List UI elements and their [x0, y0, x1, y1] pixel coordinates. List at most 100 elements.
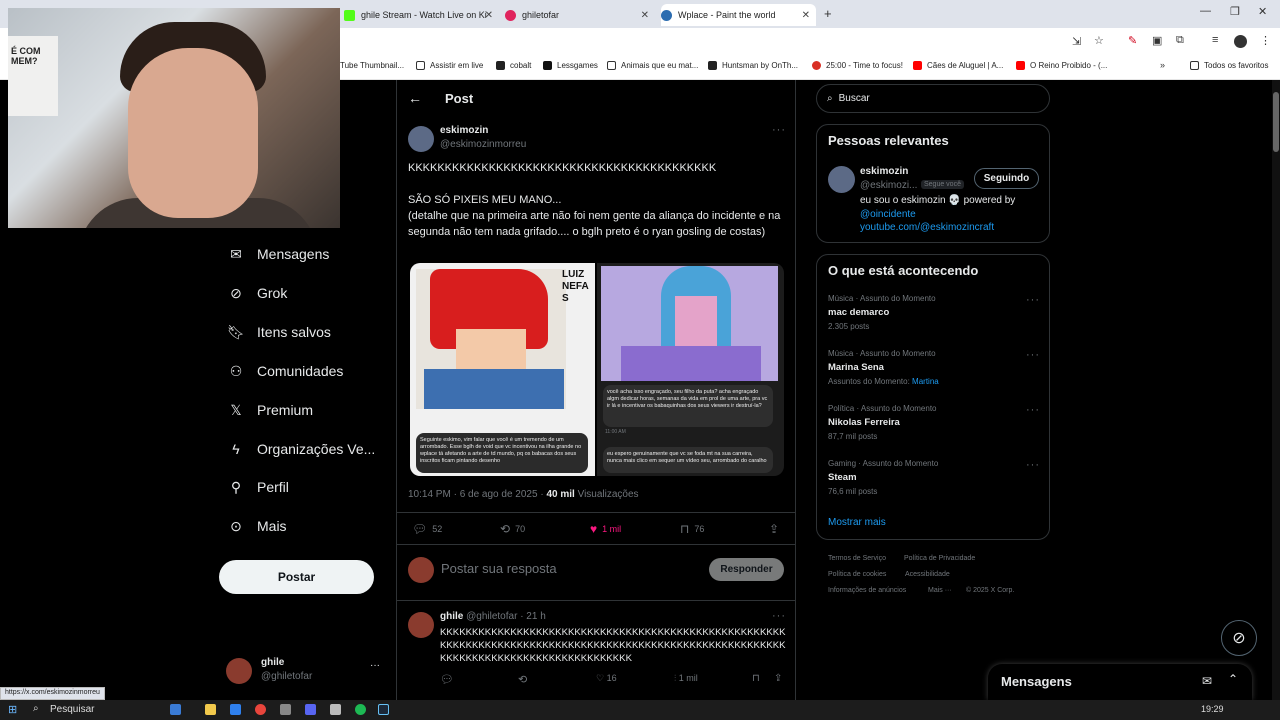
bookmark-item[interactable]: Lessgames [543, 61, 598, 70]
bookmark-item[interactable]: Animais que eu mat... [607, 61, 698, 70]
trend-item[interactable]: Música · Assunto do Momento Marina Sena … [828, 349, 939, 386]
reply-author-name[interactable]: ghile [440, 611, 463, 622]
file-explorer-icon[interactable] [205, 704, 216, 715]
nav-premium[interactable]: 𝕏 Premium [228, 402, 313, 419]
reply-reply-icon[interactable]: 💬︎ [440, 673, 454, 686]
extension-icon[interactable]: ▣ [1152, 34, 1162, 47]
spotify-icon[interactable] [355, 704, 366, 715]
messages-dock[interactable]: Mensagens ✉ ⌃ [988, 664, 1252, 700]
bio-mention-link[interactable]: @oincidente [860, 209, 916, 220]
avatar[interactable] [408, 126, 434, 152]
app-icon[interactable] [280, 704, 291, 715]
nav-messages[interactable]: ✉ Mensagens [228, 246, 329, 263]
more-dots-icon[interactable]: ··· [1026, 404, 1040, 416]
share-action[interactable]: ⇪ [769, 522, 784, 536]
search-input[interactable]: Buscar [839, 93, 870, 104]
tab-ghiletofar[interactable]: ghiletofar ✕ [505, 4, 655, 26]
trend-link[interactable]: Martina [912, 377, 939, 386]
trend-item[interactable]: Música · Assunto do Momento mac demarco … [828, 294, 936, 331]
bookmark-item[interactable]: O Reino Proibido - (... [1016, 61, 1107, 70]
reply-action[interactable]: 💬︎ 52 [412, 522, 442, 536]
app-icon[interactable] [230, 704, 241, 715]
repost-action[interactable]: ⟲ 70 [500, 522, 525, 536]
reply-author-handle[interactable]: @ghiletofar [466, 611, 517, 622]
reply-time[interactable]: · 21 h [520, 611, 546, 622]
search-icon[interactable]: ⌕ [33, 703, 39, 714]
taskbar-search[interactable]: Pesquisar [50, 704, 94, 715]
reply-views-action[interactable]: ⫶ 1 mil [674, 673, 698, 684]
like-action[interactable]: ♥ 1 mil [590, 522, 621, 536]
scrollbar[interactable] [1272, 80, 1280, 700]
scrollbar-thumb[interactable] [1273, 92, 1279, 152]
more-dots-icon[interactable]: ··· [772, 610, 786, 622]
chrome-icon[interactable] [255, 704, 266, 715]
new-tab-icon[interactable]: + [824, 6, 832, 21]
post-image-left[interactable]: LUIZ NEFAS Seguinte eskimo, vim falar qu… [410, 263, 595, 476]
search-box[interactable]: ⌕ Buscar [816, 84, 1050, 113]
close-window-icon[interactable]: ✕ [1258, 5, 1267, 18]
nav-more[interactable]: ⊙ Mais [228, 518, 286, 535]
more-dots-icon[interactable]: ··· [1026, 294, 1040, 306]
tab-kick[interactable]: ghile Stream - Watch Live on Ki ✕ [344, 4, 499, 26]
windows-start-icon[interactable]: ⊞ [8, 703, 17, 716]
post-button[interactable]: Postar [219, 560, 374, 594]
account-switcher[interactable]: ghile @ghiletofar ··· [226, 656, 386, 688]
expand-up-icon[interactable]: ⌃ [1228, 672, 1238, 686]
footer-link[interactable]: Política de cookies [828, 571, 886, 578]
chevron-more-icon[interactable]: » [1160, 60, 1165, 70]
bookmark-item[interactable]: Cães de Aluguel | A... [913, 61, 1003, 70]
more-dots-icon[interactable]: ··· [1026, 349, 1040, 361]
nav-communities[interactable]: ⚇ Comunidades [228, 363, 344, 380]
puzzle-icon[interactable]: ⧉ [1176, 34, 1184, 47]
new-message-icon[interactable]: ✉ [1202, 674, 1212, 688]
install-icon[interactable]: ⇲ [1072, 35, 1081, 48]
star-icon[interactable]: ☆ [1094, 34, 1104, 47]
avatar[interactable] [408, 612, 434, 638]
reply-bookmark-icon[interactable]: ⊓ [752, 673, 760, 684]
steam-icon[interactable] [378, 704, 389, 715]
trend-item[interactable]: Política · Assunto do Momento Nikolas Fe… [828, 404, 937, 441]
reply-share-icon[interactable]: ⇪ [774, 673, 782, 684]
bookmark-item[interactable]: cobalt [496, 61, 531, 70]
bookmark-item[interactable]: Assistir em live [416, 61, 483, 70]
avatar[interactable] [828, 166, 855, 193]
media-icon[interactable]: ≡ [1212, 34, 1218, 46]
bookmark-item[interactable]: 25:00 - Time to focus! [812, 61, 903, 70]
reply-repost-icon[interactable]: ⟲ [518, 673, 527, 686]
close-tab-icon[interactable]: ✕ [641, 10, 649, 21]
bookmark-action[interactable]: ⊓ 76 [680, 522, 704, 536]
restore-icon[interactable]: ❐ [1230, 5, 1240, 18]
menu-kebab-icon[interactable]: ⋮ [1260, 34, 1271, 47]
close-tab-icon[interactable]: ✕ [485, 10, 493, 21]
trend-item[interactable]: Gaming · Assunto do Momento Steam 76,6 m… [828, 459, 938, 496]
bookmark-item[interactable]: Huntsman by OnTh... [708, 61, 798, 70]
back-arrow-icon[interactable]: ← [408, 90, 422, 106]
close-tab-icon[interactable]: ✕ [802, 10, 810, 21]
more-dots-icon[interactable]: ··· [1026, 459, 1040, 471]
app-icon[interactable] [330, 704, 341, 715]
footer-link[interactable]: Acessibilidade [905, 571, 950, 578]
nav-bookmarks[interactable]: 🔖︎ Itens salvos [227, 324, 331, 341]
reply-like-action[interactable]: ♡ 16 [596, 673, 617, 684]
footer-more-link[interactable]: Mais ··· [928, 587, 952, 594]
bookmark-item[interactable]: Tube Thumbnail... [340, 61, 404, 70]
author-handle[interactable]: @eskimozinmorreu [440, 139, 526, 150]
profile-avatar-icon[interactable] [1234, 35, 1247, 48]
footer-link[interactable]: Política de Privacidade [904, 555, 975, 562]
author-name[interactable]: eskimozin [440, 125, 488, 136]
footer-link[interactable]: Informações de anúncios [828, 587, 906, 594]
nav-profile[interactable]: ⚲ Perfil [228, 479, 289, 496]
show-more-link[interactable]: Mostrar mais [828, 517, 886, 528]
more-dots-icon[interactable]: ··· [772, 124, 786, 136]
user-name[interactable]: eskimozin [860, 166, 908, 177]
reply-button[interactable]: Responder [709, 558, 784, 581]
reply-input[interactable]: Postar sua resposta [441, 561, 557, 576]
discord-icon[interactable] [305, 704, 316, 715]
post-timestamp[interactable]: 10:14 PM · 6 de ago de 2025 · [408, 489, 546, 500]
pen-icon[interactable]: ✎ [1128, 34, 1137, 47]
grok-fab-icon[interactable]: ⊘ [1221, 620, 1257, 656]
widgets-icon[interactable] [170, 704, 181, 715]
following-button[interactable]: Seguindo [974, 168, 1039, 189]
bio-url-link[interactable]: youtube.com/@eskimozincraft [860, 222, 994, 233]
post-image-right[interactable]: você acha isso engraçado, seu filho da p… [597, 263, 784, 476]
